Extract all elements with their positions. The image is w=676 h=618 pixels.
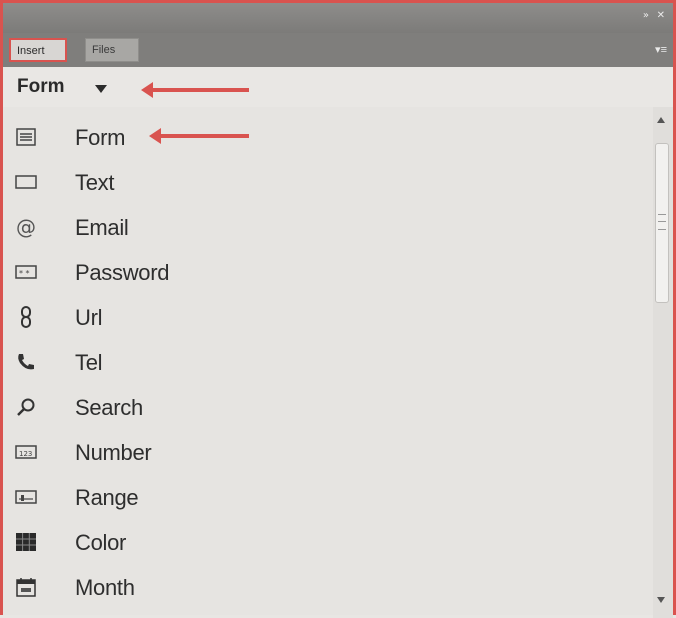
search-icon	[13, 395, 39, 419]
list-item[interactable]: Color	[3, 520, 643, 564]
text-field-icon	[13, 170, 39, 194]
item-label: Month	[75, 575, 135, 600]
annotation-arrow-icon	[149, 128, 249, 144]
item-label: Range	[75, 485, 139, 510]
phone-icon	[13, 350, 39, 374]
item-label: Color	[75, 530, 127, 555]
link-icon	[13, 305, 39, 329]
item-label: Email	[75, 215, 129, 240]
category-selector[interactable]: Form	[3, 67, 673, 107]
close-icon[interactable]: ✕	[657, 11, 665, 21]
item-label: Search	[75, 395, 143, 420]
list-item[interactable]: Text	[3, 160, 643, 204]
grip-icon	[658, 214, 666, 230]
insert-item-list: Form Text @ Email * * Password Url Tel S…	[3, 107, 653, 618]
color-grid-icon	[13, 530, 39, 554]
list-item[interactable]: Tel	[3, 340, 643, 384]
item-label: Url	[75, 305, 103, 330]
scroll-up-icon[interactable]	[657, 117, 665, 123]
list-item[interactable]: Form	[3, 115, 643, 159]
svg-text:* *: * *	[19, 269, 30, 278]
item-label: Number	[75, 440, 152, 465]
insert-panel: » ✕ Insert Files ▾≡ Form Form Text @ Ema…	[0, 0, 676, 618]
list-item[interactable]: @ Email	[3, 205, 643, 249]
list-item[interactable]: Range	[3, 475, 643, 519]
scroll-down-icon[interactable]	[657, 597, 665, 603]
svg-text:123: 123	[19, 450, 32, 458]
scrollbar[interactable]	[653, 107, 673, 618]
at-sign-icon: @	[16, 215, 36, 239]
calendar-icon	[13, 575, 39, 599]
list-item[interactable]: Url	[3, 295, 643, 339]
password-field-icon: * *	[13, 260, 39, 284]
list-item[interactable]: Month	[3, 565, 643, 609]
category-label[interactable]: Form	[17, 76, 65, 98]
tab-files[interactable]: Files	[85, 38, 139, 62]
panel-tabbar: Insert Files ▾≡	[3, 33, 673, 67]
panel-titlebar: » ✕	[3, 3, 673, 33]
list-item[interactable]: 123 Number	[3, 430, 643, 474]
range-icon	[13, 485, 39, 509]
collapse-icon[interactable]: »	[643, 11, 649, 21]
item-label: Text	[75, 170, 115, 195]
item-label: Password	[75, 260, 170, 285]
list-item[interactable]: Search	[3, 385, 643, 429]
item-label: Form	[75, 125, 126, 150]
tab-insert[interactable]: Insert	[9, 38, 67, 62]
list-item[interactable]: * * Password	[3, 250, 643, 294]
form-icon	[13, 125, 39, 149]
annotation-arrow-icon	[141, 82, 249, 98]
item-label: Tel	[75, 350, 103, 375]
chevron-down-icon[interactable]	[95, 85, 107, 93]
scrollbar-thumb[interactable]	[655, 143, 669, 303]
panel-menu-icon[interactable]: ▾≡	[655, 43, 667, 56]
number-field-icon: 123	[13, 440, 39, 464]
